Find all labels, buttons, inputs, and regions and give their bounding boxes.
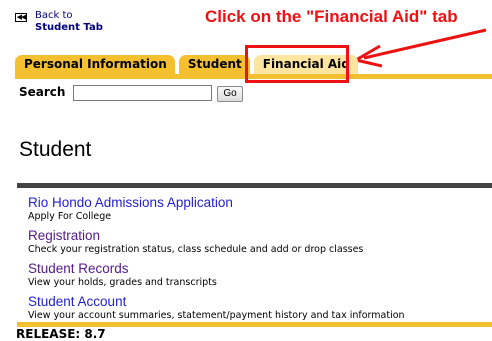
annotation-arrow-icon [351, 28, 487, 68]
rewind-icon: ◀◀ [15, 13, 27, 22]
menu-item-student-records: Student Records View your holds, grades … [28, 261, 492, 294]
menu-item-admissions: Rio Hondo Admissions Application Apply F… [28, 195, 492, 228]
student-records-description: View your holds, grades and transcripts [28, 277, 217, 288]
student-account-description: View your account summaries, statement/p… [28, 310, 405, 321]
go-button[interactable]: Go [217, 86, 243, 102]
student-menu: Rio Hondo Admissions Application Apply F… [28, 195, 492, 327]
menu-item-registration: Registration Check your registration sta… [28, 228, 492, 261]
admissions-application-link[interactable]: Rio Hondo Admissions Application [28, 195, 492, 211]
student-records-link[interactable]: Student Records [28, 261, 492, 277]
tab-student[interactable]: Student [178, 55, 250, 74]
registration-description: Check your registration status, class sc… [28, 244, 364, 255]
back-link-line2: Student Tab [35, 22, 103, 33]
back-link-line1: Back to [35, 10, 73, 21]
release-label: RELEASE: 8.7 [16, 327, 106, 341]
student-account-link[interactable]: Student Account [28, 294, 492, 310]
admissions-description: Apply For College [28, 211, 112, 222]
page-title: Student [19, 138, 92, 161]
search-label: Search [19, 85, 66, 99]
back-to-student-tab-link[interactable]: ◀◀ Back to Student Tab [15, 10, 103, 34]
back-link-text: Back to Student Tab [35, 10, 103, 34]
title-divider [17, 183, 492, 188]
tab-personal-information[interactable]: Personal Information [15, 55, 175, 74]
search-input[interactable] [73, 85, 212, 101]
registration-link[interactable]: Registration [28, 228, 492, 244]
annotation-highlight-box [245, 45, 349, 83]
